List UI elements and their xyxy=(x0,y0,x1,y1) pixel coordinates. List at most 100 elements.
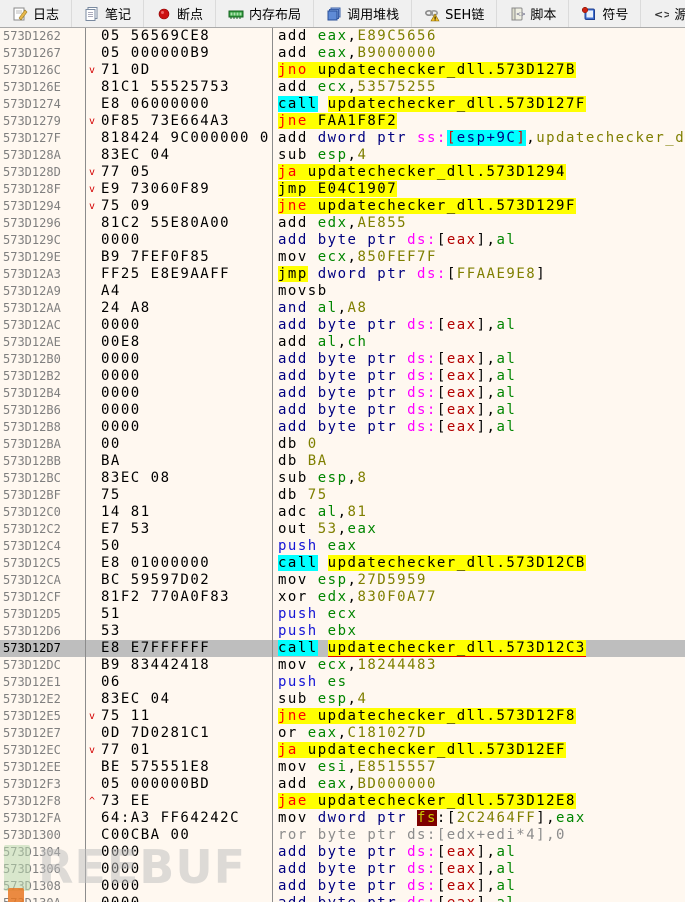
address-cell: 573D12CA xyxy=(0,572,86,589)
table-row[interactable]: 573D12AE00E8add al,ch xyxy=(0,334,685,351)
table-row[interactable]: 573D12ECv77 01ja updatechecker_dll.573D1… xyxy=(0,742,685,759)
table-row[interactable]: 573D12B40000add byte ptr ds:[eax],al xyxy=(0,385,685,402)
table-row[interactable]: 573D12D551push ecx xyxy=(0,606,685,623)
bytes-cell: 0D 7D0281C1 xyxy=(86,725,273,742)
bytes-cell: E8 01000000 xyxy=(86,555,273,572)
jump-down-arrow-icon: v xyxy=(89,164,95,181)
bytes-cell: 24 A8 xyxy=(86,300,273,317)
bytes-cell: 818424 9C000000 0 xyxy=(86,130,273,147)
table-row[interactable]: 573D12E5v75 11jne updatechecker_dll.573D… xyxy=(0,708,685,725)
table-row[interactable]: 573D126E81C1 55525753add ecx,53575255 xyxy=(0,79,685,96)
address-cell: 573D1308 xyxy=(0,878,86,895)
table-row[interactable]: 573D12DCB9 83442418mov ecx,18244483 xyxy=(0,657,685,674)
table-row[interactable]: 573D12CF81F2 770A0F83xor edx,830F0A77 xyxy=(0,589,685,606)
table-row[interactable]: 573D128A83EC 04sub esp,4 xyxy=(0,147,685,164)
address-cell: 573D126C xyxy=(0,62,86,79)
disassembly-cell: add byte ptr ds:[eax],al xyxy=(273,895,685,902)
table-row[interactable]: 573D12BBBAdb BA xyxy=(0,453,685,470)
bytes-cell: 0000 xyxy=(86,368,273,385)
table-row[interactable]: 573D128FvE9 73060F89jmp E04C1907 xyxy=(0,181,685,198)
bytes-cell: 00E8 xyxy=(86,334,273,351)
table-row[interactable]: 573D12B80000add byte ptr ds:[eax],al xyxy=(0,419,685,436)
tab-symbols[interactable]: 符号 xyxy=(569,0,641,27)
tab-memory-map[interactable]: 内存布局 xyxy=(216,0,314,27)
address-cell: 573D128A xyxy=(0,147,86,164)
bytes-cell: 0000 xyxy=(86,844,273,861)
tab-source[interactable]: <>源代码 xyxy=(641,0,685,27)
table-row[interactable]: 573D12AA24 A8and al,A8 xyxy=(0,300,685,317)
address-cell: 573D12AC xyxy=(0,317,86,334)
table-row[interactable]: 573D126Cv71 0Djno updatechecker_dll.573D… xyxy=(0,62,685,79)
bytes-cell: BC 59597D02 xyxy=(86,572,273,589)
table-row[interactable]: 573D12A3FF25 E8E9AAFFjmp dword ptr ds:[F… xyxy=(0,266,685,283)
table-row[interactable]: 573D130A0000add byte ptr ds:[eax],al xyxy=(0,895,685,902)
table-row[interactable]: 573D1274E8 06000000call updatechecker_dl… xyxy=(0,96,685,113)
tab-breakpoints[interactable]: 断点 xyxy=(144,0,216,27)
address-cell: 573D12E7 xyxy=(0,725,86,742)
bytes-cell: 81C2 55E80A00 xyxy=(86,215,273,232)
address-cell: 573D1294 xyxy=(0,198,86,215)
jump-up-arrow-icon: ^ xyxy=(89,793,95,810)
table-row[interactable]: 573D128Dv77 05ja updatechecker_dll.573D1… xyxy=(0,164,685,181)
table-row[interactable]: 573D127F818424 9C000000 0add dword ptr s… xyxy=(0,130,685,147)
table-row[interactable]: 573D12D653push ebx xyxy=(0,623,685,640)
table-row[interactable]: 573D12B00000add byte ptr ds:[eax],al xyxy=(0,351,685,368)
disassembly-cell: mov ecx,18244483 xyxy=(273,657,685,674)
table-row[interactable]: 573D12C5E8 01000000call updatechecker_dl… xyxy=(0,555,685,572)
table-row[interactable]: 573D12BA00db 0 xyxy=(0,436,685,453)
table-row[interactable]: 573D126705 000000B9add eax,B9000000 xyxy=(0,45,685,62)
table-row[interactable]: 573D12AC0000add byte ptr ds:[eax],al xyxy=(0,317,685,334)
table-row[interactable]: 573D12FA64:A3 FF64242Cmov dword ptr fs:[… xyxy=(0,810,685,827)
bytes-cell: 50 xyxy=(86,538,273,555)
table-row[interactable]: 573D12F8^73 EEjae updatechecker_dll.573D… xyxy=(0,793,685,810)
table-row[interactable]: 573D1279v0F85 73E664A3jne FAA1F8F2 xyxy=(0,113,685,130)
tab-notes[interactable]: 笔记 xyxy=(72,0,144,27)
table-row[interactable]: 573D12CABC 59597D02mov esp,27D5959 xyxy=(0,572,685,589)
disassembly-cell: sub esp,8 xyxy=(273,470,685,487)
bytes-cell: 05 000000BD xyxy=(86,776,273,793)
table-row[interactable]: 573D12B20000add byte ptr ds:[eax],al xyxy=(0,368,685,385)
tab-label: 源代码 xyxy=(674,4,685,23)
table-row[interactable]: 573D12A9A4movsb xyxy=(0,283,685,300)
address-cell: 573D127F xyxy=(0,130,86,147)
table-row[interactable]: 573D13040000add byte ptr ds:[eax],al xyxy=(0,844,685,861)
table-row[interactable]: 573D12EEBE 575551E8mov esi,E8515557 xyxy=(0,759,685,776)
tab-seh-chain[interactable]: SEH链 xyxy=(412,0,497,27)
table-row[interactable]: 573D12C2E7 53out 53,eax xyxy=(0,521,685,538)
table-row[interactable]: 573D12BF75db 75 xyxy=(0,487,685,504)
address-cell: 573D12DC xyxy=(0,657,86,674)
tab-call-stack[interactable]: 调用堆栈 xyxy=(314,0,412,27)
bytes-cell: A4 xyxy=(86,283,273,300)
script-icon: <> xyxy=(509,6,525,22)
notes-icon xyxy=(84,6,100,22)
disassembly-cell: add eax,E89C5656 xyxy=(273,28,685,45)
tab-script[interactable]: <>脚本 xyxy=(497,0,569,27)
table-row[interactable]: 573D12F305 000000BDadd eax,BD000000 xyxy=(0,776,685,793)
jump-down-arrow-icon: v xyxy=(89,113,95,130)
table-row[interactable]: 573D12E70D 7D0281C1or eax,C181027D xyxy=(0,725,685,742)
table-row[interactable]: 573D129EB9 7FEF0F85mov ecx,850FEF7F xyxy=(0,249,685,266)
table-row-selected[interactable]: 573D12D7E8 E7FFFFFFcall updatechecker_dl… xyxy=(0,640,685,657)
table-row[interactable]: 573D12BC83EC 08sub esp,8 xyxy=(0,470,685,487)
table-row[interactable]: 573D129C0000add byte ptr ds:[eax],al xyxy=(0,232,685,249)
disassembly-cell: jae updatechecker_dll.573D12E8 xyxy=(273,793,685,810)
table-row[interactable]: 573D12C450push eax xyxy=(0,538,685,555)
breakpoint-icon xyxy=(156,6,172,22)
tab-log[interactable]: 日志 xyxy=(0,0,72,27)
table-row[interactable]: 573D129681C2 55E80A00add edx,AE855 xyxy=(0,215,685,232)
bytes-cell: B9 83442418 xyxy=(86,657,273,674)
table-row[interactable]: 573D126205 56569CE8add eax,E89C5656 xyxy=(0,28,685,45)
table-row[interactable]: 573D12C014 81adc al,81 xyxy=(0,504,685,521)
address-cell: 573D12BF xyxy=(0,487,86,504)
disassembly-cell: jne updatechecker_dll.573D129F xyxy=(273,198,685,215)
disassembly-cell: jne updatechecker_dll.573D12F8 xyxy=(273,708,685,725)
table-row[interactable]: 573D12E106push es xyxy=(0,674,685,691)
table-row[interactable]: 573D1294v75 09jne updatechecker_dll.573D… xyxy=(0,198,685,215)
table-row[interactable]: 573D13060000add byte ptr ds:[eax],al xyxy=(0,861,685,878)
bytes-cell: v71 0D xyxy=(86,62,273,79)
table-row[interactable]: 573D12B60000add byte ptr ds:[eax],al xyxy=(0,402,685,419)
table-row[interactable]: 573D13080000add byte ptr ds:[eax],al xyxy=(0,878,685,895)
table-row[interactable]: 573D12E283EC 04sub esp,4 xyxy=(0,691,685,708)
table-row[interactable]: 573D1300C00CBA 00ror byte ptr ds:[edx+ed… xyxy=(0,827,685,844)
disassembly-cell: mov dword ptr fs:[2C2464FF],eax xyxy=(273,810,685,827)
